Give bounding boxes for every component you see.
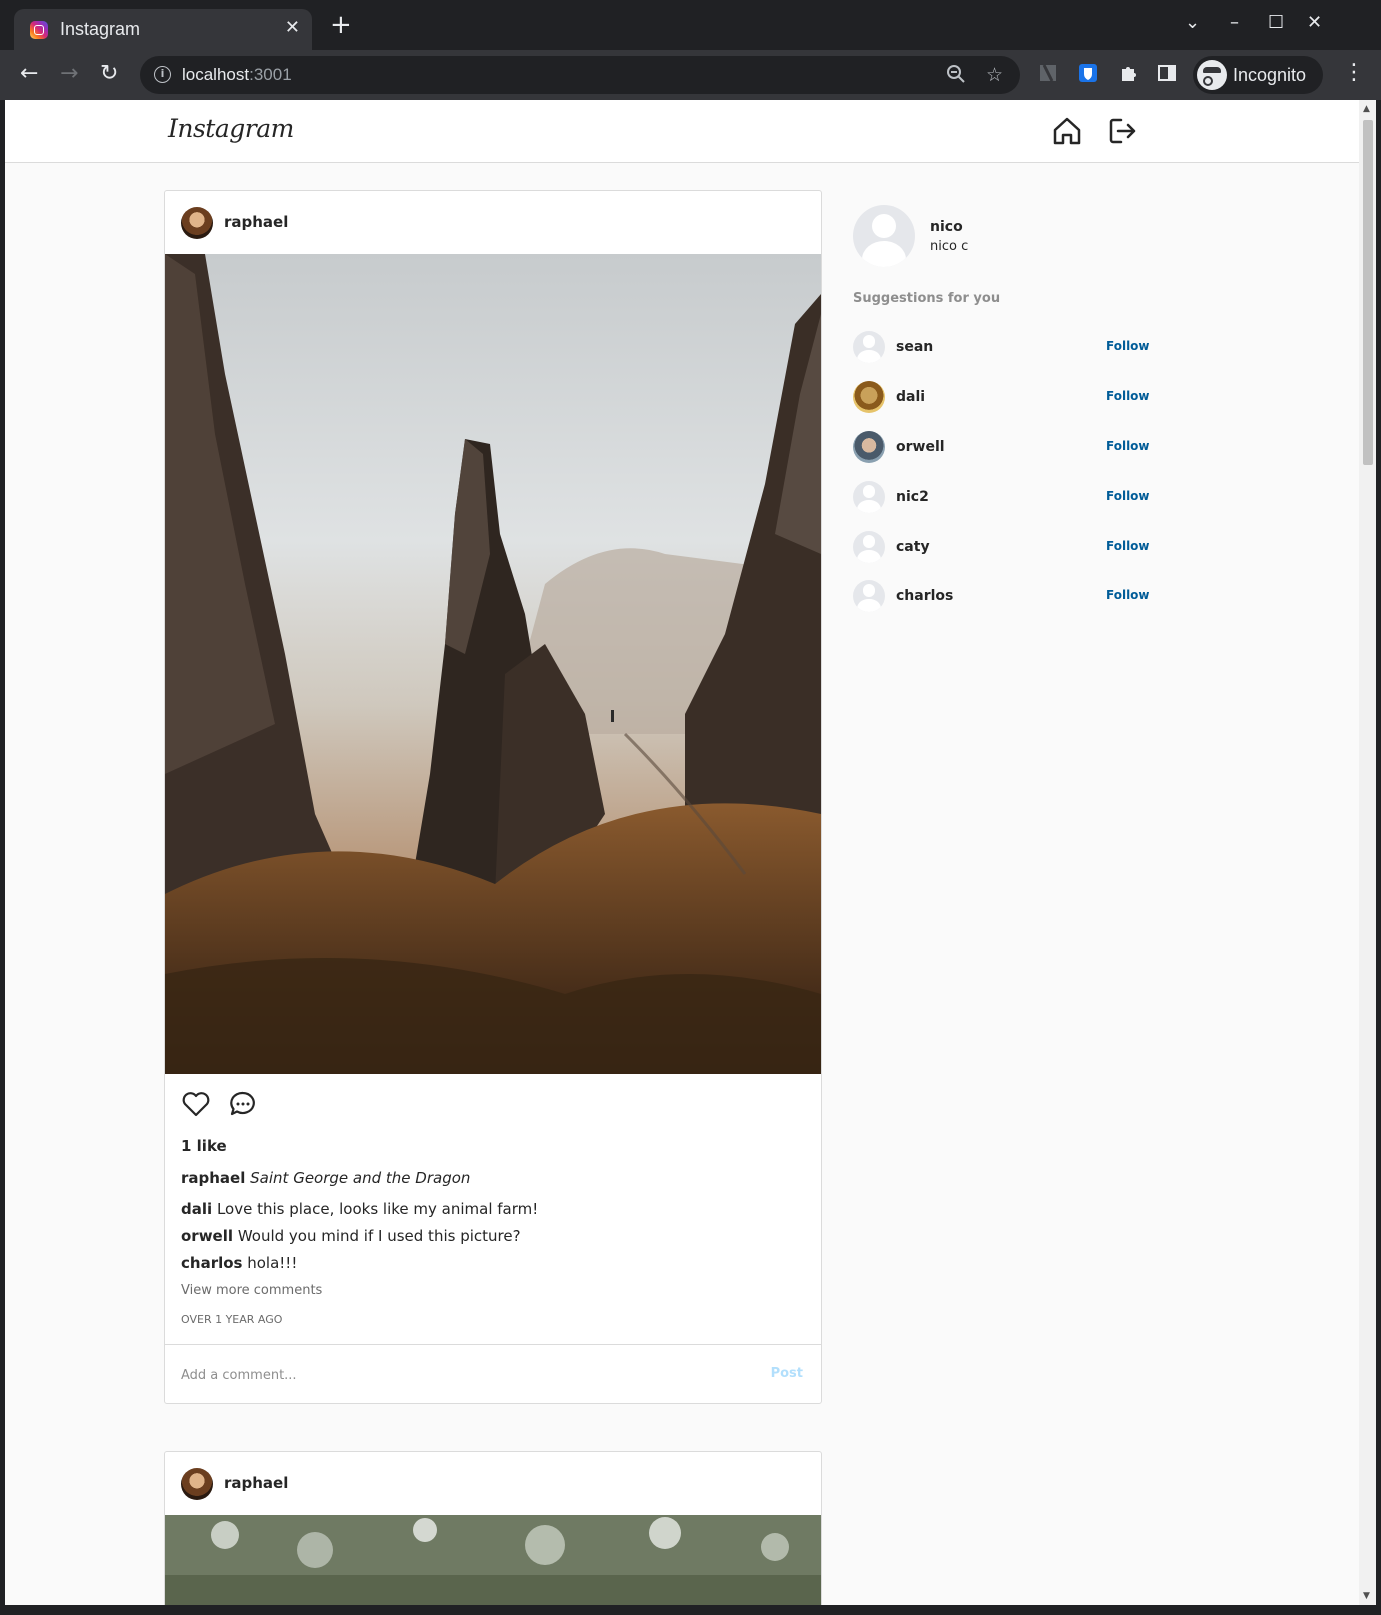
- extensions-puzzle-icon[interactable]: [1118, 63, 1138, 83]
- suggestion-avatar[interactable]: [853, 531, 885, 563]
- incognito-icon: [1197, 60, 1227, 90]
- add-comment-form: Post: [165, 1344, 821, 1404]
- tab-close-icon[interactable]: ✕: [285, 17, 300, 38]
- suggestion-avatar[interactable]: [853, 381, 885, 413]
- new-tab-button[interactable]: +: [330, 12, 352, 38]
- post-card: raphael: [164, 1451, 822, 1605]
- suggestion-username[interactable]: caty: [896, 539, 930, 555]
- bookmark-star-icon[interactable]: ☆: [986, 64, 1003, 86]
- extension-bitwarden-icon[interactable]: [1078, 63, 1098, 83]
- suggestion-item: charlos Follow: [853, 580, 1153, 614]
- current-user-fullname: nico c: [930, 239, 969, 254]
- extension-bookmark-icon[interactable]: [1038, 63, 1058, 83]
- suggestion-username[interactable]: dali: [896, 389, 925, 405]
- scrollbar-thumb[interactable]: [1363, 120, 1373, 465]
- comment-item: orwell Would you mind if I used this pic…: [181, 1227, 521, 1245]
- post-caption: raphael Saint George and the Dragon: [181, 1169, 470, 1187]
- close-window-icon[interactable]: ✕: [1307, 12, 1322, 33]
- scroll-up-arrow-icon[interactable]: ▲: [1363, 104, 1370, 114]
- zoom-icon[interactable]: [946, 64, 966, 89]
- current-user-username[interactable]: nico: [930, 219, 963, 235]
- suggestion-username[interactable]: nic2: [896, 489, 929, 505]
- suggestion-item: caty Follow: [853, 531, 1153, 565]
- instagram-logo[interactable]: Instagram: [168, 114, 294, 143]
- page-viewport: Instagram raphael 1 like raphael Saint G…: [5, 100, 1359, 1605]
- reload-icon[interactable]: ↻: [100, 63, 118, 85]
- side-panel-icon[interactable]: [1157, 63, 1177, 83]
- site-info-icon[interactable]: i: [154, 66, 171, 83]
- browser-toolbar: ← → ↻ i localhost:3001 ☆ Incognito ⋮: [0, 50, 1381, 100]
- suggestions-title: Suggestions for you: [853, 291, 1001, 306]
- post-author-username[interactable]: raphael: [224, 1474, 288, 1492]
- suggestion-avatar[interactable]: [853, 481, 885, 513]
- suggestion-username[interactable]: orwell: [896, 439, 945, 455]
- suggestion-item: dali Follow: [853, 381, 1153, 415]
- post-header: raphael: [165, 1452, 821, 1515]
- comment-item: charlos hola!!!: [181, 1254, 297, 1272]
- minimize-icon[interactable]: –: [1230, 12, 1239, 33]
- post-image[interactable]: [165, 1515, 821, 1605]
- comment-username[interactable]: orwell: [181, 1227, 233, 1245]
- page-scrollbar[interactable]: ▲ ▼: [1359, 100, 1376, 1605]
- comment-text: hola!!!: [247, 1254, 298, 1272]
- follow-button[interactable]: Follow: [1106, 489, 1150, 503]
- suggestion-item: nic2 Follow: [853, 481, 1153, 515]
- post-card: raphael: [164, 190, 822, 1404]
- post-author-username[interactable]: raphael: [224, 213, 288, 231]
- suggestion-avatar[interactable]: [853, 331, 885, 363]
- view-more-comments-link[interactable]: View more comments: [181, 1283, 322, 1298]
- follow-button[interactable]: Follow: [1106, 389, 1150, 403]
- browser-menu-icon[interactable]: ⋮: [1343, 62, 1365, 84]
- scroll-down-arrow-icon[interactable]: ▼: [1363, 1591, 1370, 1601]
- incognito-label: Incognito: [1233, 65, 1307, 85]
- comment-item: dali Love this place, looks like my anim…: [181, 1200, 538, 1218]
- incognito-profile-button[interactable]: Incognito: [1193, 56, 1323, 94]
- comment-text: Love this place, looks like my animal fa…: [216, 1200, 539, 1218]
- suggestion-avatar[interactable]: [853, 431, 885, 463]
- comment-username[interactable]: dali: [181, 1200, 212, 1218]
- post-timestamp: OVER 1 YEAR AGO: [181, 1313, 283, 1326]
- post-image[interactable]: [165, 254, 821, 1074]
- like-heart-icon[interactable]: [181, 1089, 211, 1119]
- home-icon[interactable]: [1050, 114, 1084, 148]
- post-author-avatar[interactable]: [181, 207, 213, 239]
- suggestion-item: sean Follow: [853, 331, 1153, 365]
- add-comment-input[interactable]: [181, 1363, 741, 1387]
- caption-text: Saint George and the Dragon: [250, 1169, 471, 1187]
- browser-tab-bar: Instagram ✕ + ⌄ – ☐ ✕: [0, 0, 1381, 50]
- suggestion-username[interactable]: sean: [896, 339, 933, 355]
- logout-icon[interactable]: [1105, 114, 1139, 148]
- tab-title: Instagram: [60, 19, 141, 39]
- post-header: raphael: [165, 191, 821, 254]
- comment-text: Would you mind if I used this picture?: [237, 1227, 521, 1245]
- suggestion-avatar[interactable]: [853, 580, 885, 612]
- follow-button[interactable]: Follow: [1106, 539, 1150, 553]
- url-text: localhost:3001: [182, 65, 292, 84]
- tab-search-chevron-icon[interactable]: ⌄: [1185, 12, 1200, 33]
- follow-button[interactable]: Follow: [1106, 588, 1150, 602]
- back-icon[interactable]: ←: [20, 63, 38, 85]
- address-bar[interactable]: i localhost:3001 ☆: [140, 56, 1020, 94]
- comment-bubble-icon[interactable]: [228, 1089, 258, 1119]
- likes-count: 1 like: [181, 1137, 227, 1155]
- current-user-avatar[interactable]: [853, 205, 915, 267]
- instagram-favicon-icon: [30, 21, 48, 39]
- comment-username[interactable]: charlos: [181, 1254, 242, 1272]
- maximize-icon[interactable]: ☐: [1268, 12, 1284, 33]
- caption-username[interactable]: raphael: [181, 1169, 245, 1187]
- follow-button[interactable]: Follow: [1106, 439, 1150, 453]
- app-header: Instagram: [5, 100, 1359, 163]
- forward-icon[interactable]: →: [60, 63, 78, 85]
- browser-tab[interactable]: Instagram ✕: [14, 9, 312, 50]
- suggestion-item: orwell Follow: [853, 431, 1153, 465]
- follow-button[interactable]: Follow: [1106, 339, 1150, 353]
- suggestion-username[interactable]: charlos: [896, 588, 953, 604]
- post-comment-button[interactable]: Post: [771, 1366, 803, 1381]
- post-author-avatar[interactable]: [181, 1468, 213, 1500]
